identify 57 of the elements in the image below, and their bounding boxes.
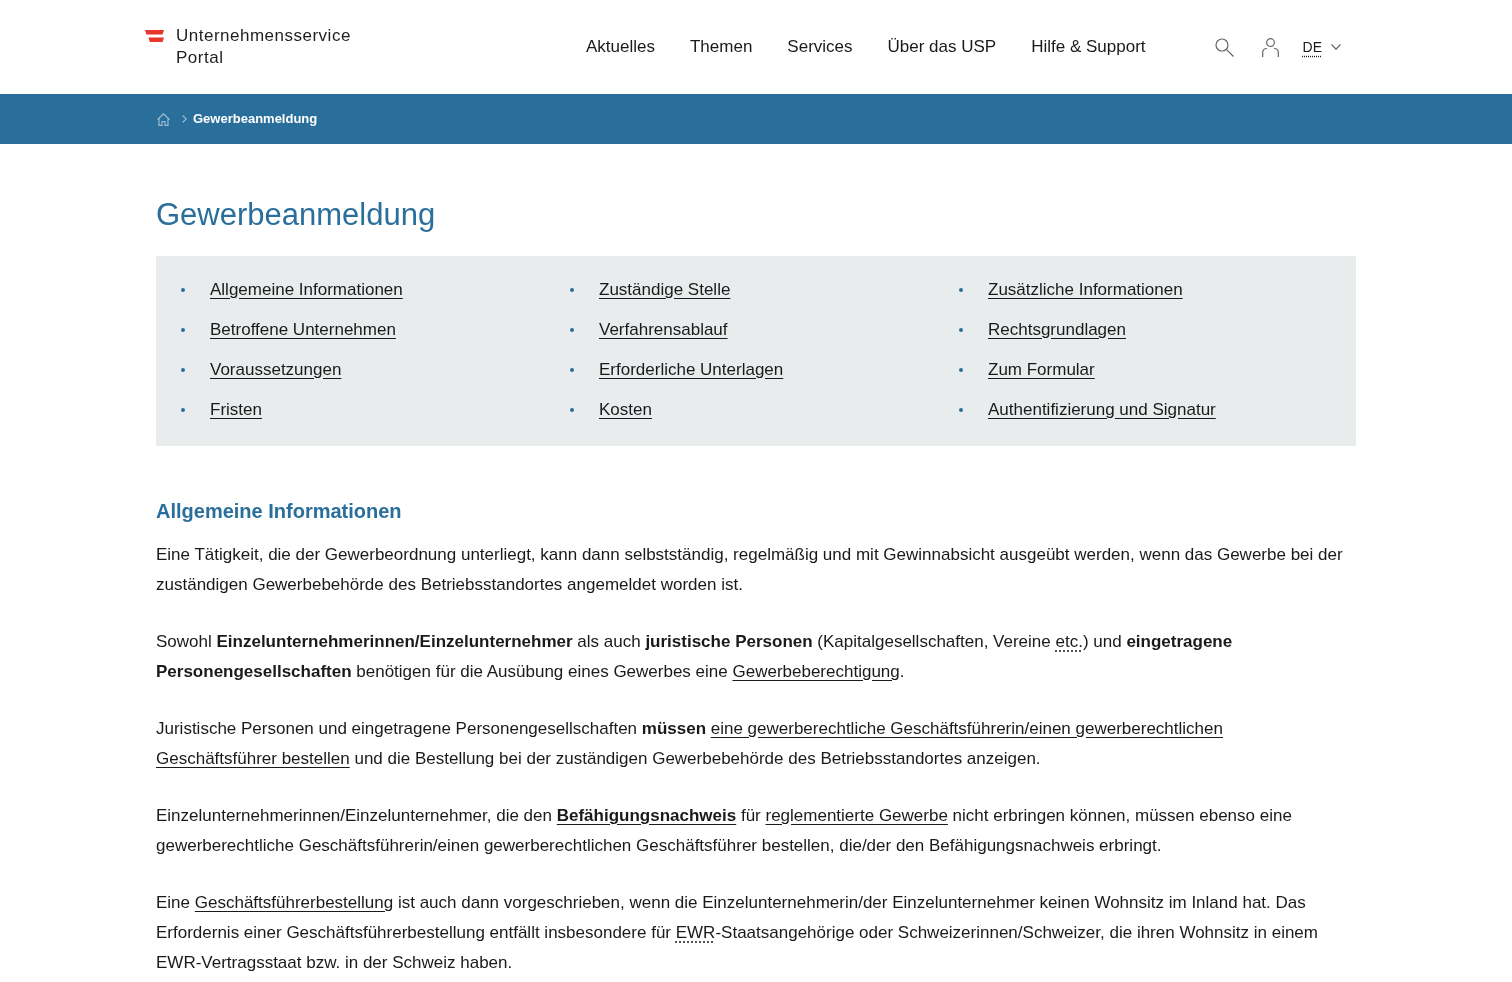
bullet-icon <box>959 368 963 372</box>
text-link[interactable]: Befähigungsnachweis <box>556 806 737 825</box>
home-icon <box>157 112 170 126</box>
chevron-down-icon <box>1331 44 1341 50</box>
logo-text: Portal <box>176 47 225 69</box>
paragraph: Eine Tätigkeit, die der Gewerbeordnung unterliegt, kann dann selbstständig, regelmäßig und mit Gewinnabsicht ausgeübt werden, wenn das Gewerbe bei der zuständigen Gewerbebehörde des Betriebsstandortes angemeldet worden ist. <box>156 544 1344 596</box>
bullet-icon <box>570 328 574 332</box>
search-icon <box>1214 37 1234 57</box>
paragraph: Eine Geschäftsführerbestellung ist auch dann vorgeschrieben, wenn die Einzelunternehmerin/der Einzelunternehmer keinen Wohnsitz im Inland hat. Das Erfordernis einer Geschäftsführerbestellung entfällt insbesondere für EWR-Staatsangehörige oder Schweizerinnen/Schweizer, die ihren Wohnsitz in einem EWR-Vertragsstaat bzw. in der Schweiz haben. <box>156 892 1319 974</box>
text-link[interactable]: reglementierte Gewerbe <box>765 806 948 825</box>
toc-link[interactable]: Fristen <box>210 399 262 421</box>
text-link[interactable]: Geschäftsführerbestellung <box>194 893 394 912</box>
bullet-icon <box>570 368 574 372</box>
account-button[interactable] <box>1261 37 1279 57</box>
page-title: Gewerbeanmeldung <box>156 196 437 233</box>
logo-icon[interactable] <box>145 30 164 42</box>
toc-link[interactable]: Betroffene Unternehmen <box>210 319 396 341</box>
nav-link[interactable]: Über das USP <box>887 36 997 58</box>
bullet-icon <box>181 288 185 292</box>
toc-link[interactable]: Zum Formular <box>988 359 1095 381</box>
logo-text: Unternehmensservice <box>176 25 351 47</box>
bullet-icon <box>959 408 963 412</box>
bullet-icon <box>181 328 185 332</box>
nav-link[interactable]: Aktuelles <box>586 36 655 58</box>
toc-link[interactable]: Erforderliche Unterlagen <box>599 359 784 381</box>
toc-link[interactable]: Zuständige Stelle <box>599 279 731 301</box>
bullet-icon <box>181 408 185 412</box>
text-link[interactable]: Geschäftsführer bestellen <box>156 749 350 768</box>
nav-link[interactable]: Themen <box>689 36 753 58</box>
language-button[interactable]: DE <box>1302 38 1341 56</box>
toc-link[interactable]: Allgemeine Informationen <box>210 279 403 301</box>
chevron-right-icon <box>182 115 187 123</box>
bullet-icon <box>570 288 574 292</box>
text-link[interactable]: eine gewerberechtliche Geschäftsführerin/einen gewerberechtlichen <box>710 719 1223 738</box>
bullet-icon <box>959 288 963 292</box>
nav-link[interactable]: Services <box>787 36 853 58</box>
home-link[interactable] <box>157 112 170 126</box>
abbreviation: etc. <box>1055 632 1083 651</box>
abbreviation: EWR <box>675 923 716 942</box>
section-heading: Allgemeine Informationen <box>156 499 403 523</box>
user-icon <box>1261 37 1279 57</box>
text-link[interactable]: Gewerbeberechtigung <box>732 662 900 681</box>
paragraph: Sowohl Einzelunternehmerinnen/Einzelunternehmer als auch juristische Personen (Kapitalgesellschaften, Vereine etc.) und eingetragene Personengesellschaften benötigen für die Ausübung eines Gewerbes eine Gewerbeberechtigung. <box>156 631 1234 683</box>
paragraph: Juristische Personen und eingetragene Personengesellschaften müssen eine gewerberechtliche Geschäftsführerin/einen gewerberechtlichen Geschäftsführer bestellen und die Bestellung bei der zuständigen Gewerbebehörde des Betriebsstandortes anzeigen. <box>156 718 1224 770</box>
breadcrumb-current: Gewerbeanmeldung <box>193 111 318 127</box>
bullet-icon <box>570 408 574 412</box>
nav-link[interactable]: Hilfe & Support <box>1031 36 1146 58</box>
paragraph: Einzelunternehmerinnen/Einzelunternehmer, die den Befähigungsnachweis für reglementierte Gewerbe nicht erbringen können, müssen ebenso eine gewerberechtliche Geschäftsführerin/einen gewerberechtlichen Geschäftsführer bestellen, die/der den Befähigungsnachweis erbringt. <box>156 805 1293 857</box>
toc-link[interactable]: Authentifizierung und Signatur <box>988 399 1216 421</box>
bullet-icon <box>181 368 185 372</box>
bullet-icon <box>959 328 963 332</box>
toc-link[interactable]: Kosten <box>599 399 652 421</box>
search-button[interactable] <box>1214 37 1234 57</box>
toc-link[interactable]: Voraussetzungen <box>210 359 342 381</box>
toc-link[interactable]: Rechtsgrundlagen <box>988 319 1126 341</box>
toc-link[interactable]: Verfahrensablauf <box>599 319 728 341</box>
toc-link[interactable]: Zusätzliche Informationen <box>988 279 1183 301</box>
